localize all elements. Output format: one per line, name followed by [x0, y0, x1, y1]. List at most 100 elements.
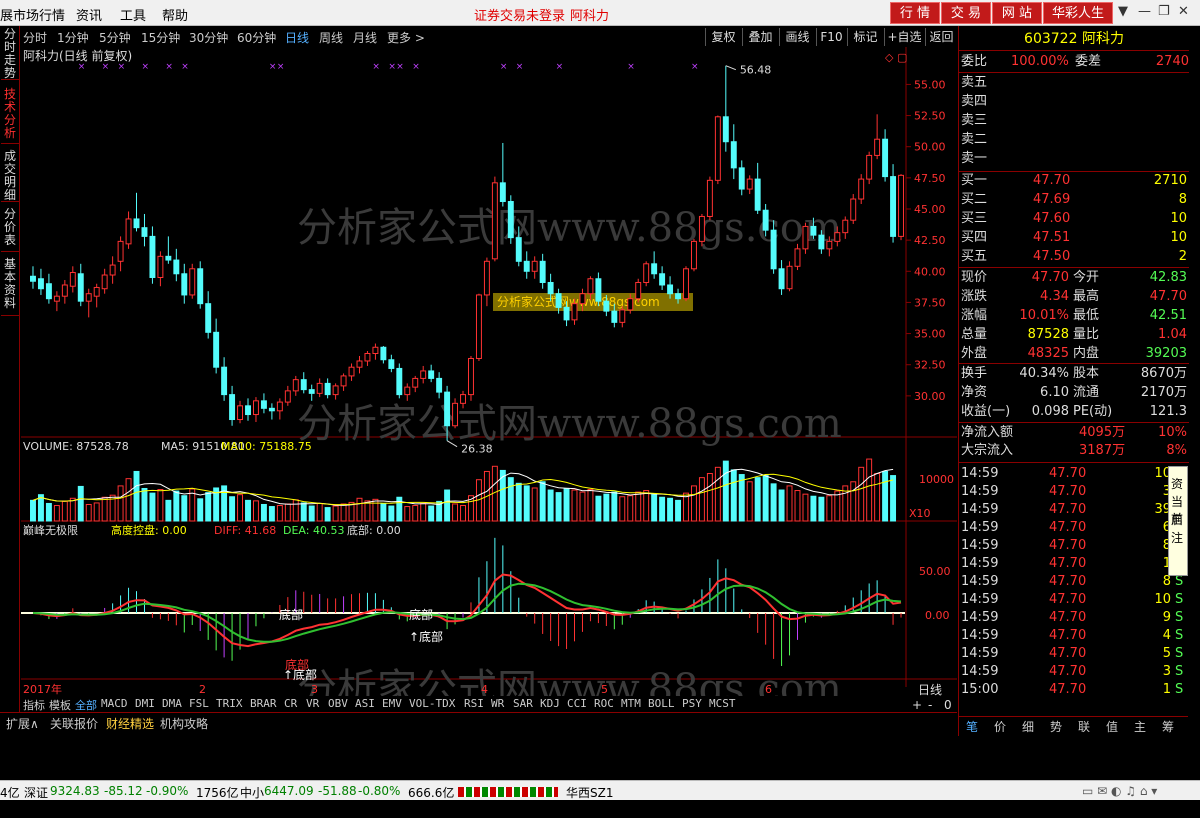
indicator-tab-指标[interactable]: 指标 — [23, 697, 45, 713]
period-1min[interactable]: 1分钟 — [57, 29, 89, 46]
quote-tab[interactable]: 笔 — [966, 718, 978, 735]
indicator-tab-kdj[interactable]: KDJ — [540, 697, 560, 710]
indicator-tab-obv[interactable]: OBV — [328, 697, 348, 710]
tab-institution[interactable]: 机构攻略 — [160, 715, 208, 732]
indicator-tab-dmi[interactable]: DMI — [135, 697, 155, 710]
period-daily[interactable]: 日线 — [285, 29, 309, 46]
life-button[interactable]: 华彩人生 — [1043, 2, 1113, 24]
quote-tab[interactable]: 主 — [1134, 718, 1146, 735]
menu-tools[interactable]: 工具 — [120, 5, 146, 24]
indicator-tab-sar[interactable]: SAR — [513, 697, 533, 710]
period-monthly[interactable]: 月线 — [353, 29, 377, 46]
indicator-tab-模板[interactable]: 模板 — [49, 697, 71, 713]
sell-row: 卖五 — [961, 75, 988, 90]
diamond-icon[interactable]: ◇ — [885, 51, 894, 64]
quote-tab[interactable]: 价 — [994, 718, 1006, 735]
tab-trades[interactable]: 成交明细 — [1, 146, 19, 202]
tab-intraday[interactable]: 分时走势 — [1, 26, 19, 80]
period-more[interactable]: 更多 > — [387, 29, 425, 46]
login-notice[interactable]: 证券交易未登录 — [474, 5, 565, 24]
indicator-tab-asi[interactable]: ASI — [355, 697, 375, 710]
adjust-button[interactable]: 复权 — [705, 28, 741, 46]
candle-body — [571, 303, 578, 321]
back-button[interactable]: 返回 — [925, 28, 957, 46]
add-watchlist-button[interactable]: +自选 — [884, 28, 924, 46]
period-60min[interactable]: 60分钟 — [237, 29, 276, 46]
indicator-tab-dma[interactable]: DMA — [162, 697, 182, 710]
flow-row: 净流入额 4095万 10% — [961, 425, 1187, 440]
period-intraday[interactable]: 分时 — [23, 29, 47, 46]
zoom-in-button[interactable]: + — [912, 698, 922, 712]
status-item[interactable]: 中小 — [240, 784, 264, 801]
price-tick-label: 32.50 — [914, 359, 946, 372]
indicator-tab-psy[interactable]: PSY — [682, 697, 702, 710]
volume-bar — [181, 495, 188, 522]
close-icon[interactable]: ✕ — [1178, 4, 1189, 19]
quote-tab[interactable]: 筹 — [1162, 718, 1174, 735]
restore-icon[interactable]: ❐ — [1158, 4, 1170, 19]
tab-expand[interactable]: 扩展∧ — [6, 715, 39, 732]
indicator-tab-wr[interactable]: WR — [491, 697, 504, 710]
indicator-tab-brar[interactable]: BRAR — [250, 697, 277, 710]
quote-tab[interactable]: 联 — [1078, 718, 1090, 735]
quote-button[interactable]: 行 情 — [890, 2, 940, 24]
candle-body — [133, 218, 140, 229]
candle-body — [539, 260, 546, 283]
f10-button[interactable]: F10 — [816, 28, 846, 46]
stat-row: 净资 6.10 流通 2170万 — [961, 385, 1187, 400]
quote-tab[interactable]: 值 — [1106, 718, 1118, 735]
tab-technical[interactable]: 技术分析 — [1, 82, 19, 144]
candle-body — [547, 281, 554, 295]
period-30min[interactable]: 30分钟 — [189, 29, 228, 46]
menu-market[interactable]: 展市场行情 — [0, 5, 65, 24]
tab-fundamentals[interactable]: 基本资料 — [1, 254, 19, 316]
square-icon[interactable]: ▢ — [897, 51, 907, 64]
indicator-tab-mcst[interactable]: MCST — [709, 697, 736, 710]
period-15min[interactable]: 15分钟 — [141, 29, 180, 46]
price-tick-label: 45.00 — [914, 203, 946, 216]
volume-bar — [659, 496, 666, 522]
kline-chart[interactable]: 分析家公式网www.88gs.com 分析家公式网www.88gs.com 分析… — [21, 47, 957, 712]
overlay-button[interactable]: 叠加 — [742, 28, 778, 46]
reset-button[interactable]: 0 — [944, 698, 952, 712]
indicator-tab-mtm[interactable]: MTM — [621, 697, 641, 710]
tick-row: 14:59 47.70 6 — [961, 520, 1171, 535]
indicator-tab-vr[interactable]: VR — [306, 697, 319, 710]
status-item[interactable]: 华西SZ1 — [566, 784, 613, 801]
period-5min[interactable]: 5分钟 — [99, 29, 131, 46]
indicator-tab-fsl[interactable]: FSL — [189, 697, 209, 710]
tick-row: 14:59 47.70 10 — [961, 466, 1171, 481]
candle-body — [531, 260, 538, 272]
indicator-tab-emv[interactable]: EMV — [382, 697, 402, 710]
side-popup[interactable]: 资当前启注 — [1168, 466, 1188, 576]
menu-news[interactable]: 资讯 — [76, 5, 102, 24]
indicator-tab-cr[interactable]: CR — [284, 697, 297, 710]
trade-button[interactable]: 交 易 — [941, 2, 991, 24]
tab-related[interactable]: 关联报价 — [50, 715, 98, 732]
period-weekly[interactable]: 周线 — [319, 29, 343, 46]
indicator-tab-rsi[interactable]: RSI — [464, 697, 484, 710]
indicator-tab-boll[interactable]: BOLL — [648, 697, 675, 710]
minimize-icon[interactable]: — — [1138, 4, 1151, 19]
website-button[interactable]: 网 站 — [992, 2, 1042, 24]
menu-help[interactable]: 帮助 — [162, 5, 188, 24]
dropdown-icon[interactable]: ▼ — [1118, 4, 1128, 19]
indicator-tab-roc[interactable]: ROC — [594, 697, 614, 710]
tab-price-table[interactable]: 分价表 — [1, 204, 19, 252]
volume-tick: 10000 — [919, 473, 954, 486]
indicator-tab-全部[interactable]: 全部 — [75, 697, 97, 713]
tray-icons[interactable]: ▭ ✉ ◐ ♫ ⌂ ▾ — [1082, 784, 1157, 798]
draw-line-button[interactable]: 画线 — [779, 28, 815, 46]
indicator-tab-cci[interactable]: CCI — [567, 697, 587, 710]
quote-tab[interactable]: 细 — [1022, 718, 1034, 735]
zoom-out-button[interactable]: - — [928, 698, 932, 712]
status-item[interactable]: 深证 — [24, 784, 48, 801]
candle-body — [507, 201, 514, 239]
volume-bar — [866, 458, 873, 522]
indicator-tab-macd[interactable]: MACD — [101, 697, 128, 710]
mark-button[interactable]: 标记 — [847, 28, 883, 46]
tab-finance[interactable]: 财经精选 — [106, 715, 154, 732]
indicator-tab-vol-tdx[interactable]: VOL-TDX — [409, 697, 455, 710]
indicator-tab-trix[interactable]: TRIX — [216, 697, 243, 710]
quote-tab[interactable]: 势 — [1050, 718, 1062, 735]
